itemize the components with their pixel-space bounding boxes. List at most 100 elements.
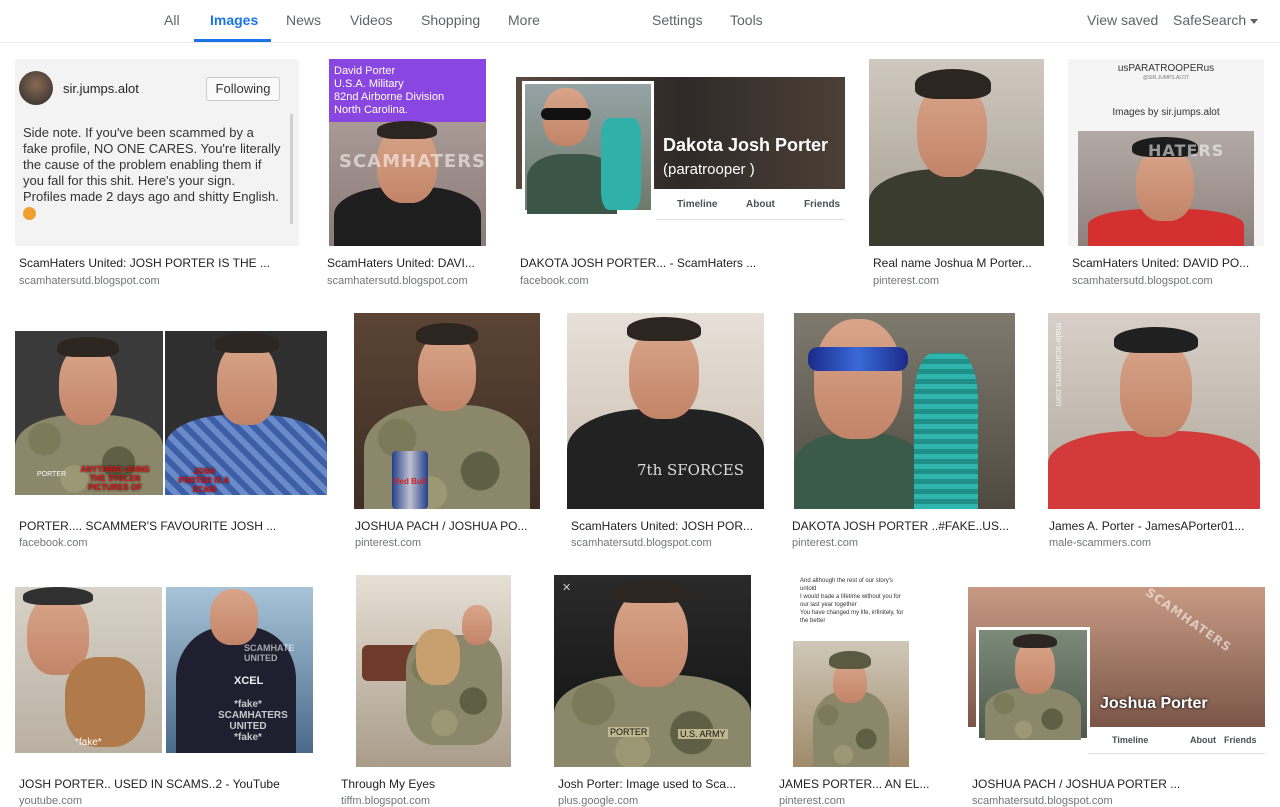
text-line: Side note. If you've been scammed by a — [23, 125, 254, 140]
result-caption: JAMES PORTER... AN EL... — [779, 777, 930, 791]
result-thumbnail: sir.jumps.alot Following Side note. If y… — [15, 59, 299, 246]
result-caption: Through My Eyes — [341, 777, 436, 791]
result-source: youtube.com — [19, 795, 82, 807]
tab-images[interactable]: Images — [210, 0, 258, 42]
text-line: You have changed my life, infinitely, fo… — [800, 610, 904, 616]
result-thumbnail — [869, 59, 1044, 246]
settings-link[interactable]: Settings — [652, 0, 703, 42]
watermark: male-scammers.com — [1054, 323, 1064, 407]
scrollbar — [290, 114, 293, 224]
image-result[interactable]: 7th SFORCES ScamHaters United: JOSH POR.… — [567, 313, 764, 553]
profile-subtitle: (paratrooper ) — [663, 161, 755, 178]
tab-shopping[interactable]: Shopping — [421, 0, 480, 42]
result-caption: ScamHaters United: DAVI... — [327, 256, 475, 270]
result-source: facebook.com — [19, 537, 88, 549]
image-result[interactable]: Real name Joshua M Porter... pinterest.c… — [869, 59, 1044, 289]
image-result[interactable]: PORTER ANYTHING USING THE STOLEN PICTURE… — [15, 313, 327, 553]
can-icon: Red Bull — [392, 451, 428, 509]
result-thumbnail: *fake* SCAMHATE UNITED XCEL *fake* SCAMH… — [15, 587, 313, 753]
dog — [65, 657, 145, 747]
result-caption: Josh Porter: Image used to Sca... — [558, 777, 737, 791]
image-result[interactable]: *fake* SCAMHATE UNITED XCEL *fake* SCAMH… — [15, 575, 313, 807]
image-result[interactable]: male-scammers.com James A. Porter - Jame… — [1045, 313, 1265, 553]
text-line: North Carolina. — [334, 104, 408, 116]
result-caption: JOSHUA PACH / JOSHUA PORTER ... — [972, 777, 1181, 791]
text-line: untold — [800, 586, 817, 592]
result-caption: DAKOTA JOSH PORTER ..#FAKE..US... — [792, 519, 1009, 533]
image-result[interactable]: David Porter U.S.A. Military 82nd Airbor… — [323, 59, 490, 289]
tab-timeline: Timeline — [677, 199, 718, 210]
tab-all[interactable]: All — [164, 0, 180, 42]
tab-friends: Friends — [804, 199, 841, 210]
profile-tabs: Timeline About Friends — [1088, 727, 1265, 754]
text-line: fake profile, NO ONE CARES. You're liter… — [23, 141, 281, 156]
top-navigation: All Images News Videos Shopping More Set… — [0, 0, 1280, 43]
tools-link[interactable]: Tools — [730, 0, 763, 42]
tab-timeline: Timeline — [1112, 735, 1149, 745]
sunglasses-icon — [808, 347, 908, 371]
tab-more[interactable]: More — [508, 0, 540, 42]
watermark: SCAMHATE UNITED — [244, 643, 295, 663]
result-caption: ScamHaters United: DAVID PO... — [1072, 256, 1250, 270]
photo-right: JOSH PORTER IS A SCAM — [165, 331, 327, 495]
tab-about: About — [746, 199, 775, 210]
result-caption: JOSHUA PACH / JOSHUA PO... — [355, 519, 528, 533]
image-result[interactable]: ✕ PORTER U.S. ARMY Josh Porter: Image us… — [554, 575, 752, 807]
result-source: scamhatersutd.blogspot.com — [327, 275, 468, 287]
result-source: pinterest.com — [779, 795, 846, 807]
safesearch-menu[interactable]: SafeSearch — [1173, 0, 1259, 42]
hair — [915, 69, 991, 99]
avatar — [19, 71, 53, 105]
result-thumbnail: PORTER ANYTHING USING THE STOLEN PICTURE… — [15, 313, 327, 509]
image-result[interactable]: usPARATROOPERus @SIR.JUMPS.ALOT Images b… — [1068, 59, 1264, 289]
warning-label: JOSH PORTER IS A SCAM — [178, 467, 230, 494]
banner-text: David Porter U.S.A. Military 82nd Airbor… — [334, 65, 444, 117]
shirt-text: 7th SFORCES — [637, 461, 744, 479]
text-line: our last year together — [800, 602, 857, 608]
chevron-down-icon — [1250, 18, 1259, 24]
view-saved-link[interactable]: View saved — [1087, 0, 1158, 42]
watermark: *fake* — [75, 737, 102, 748]
result-caption: ScamHaters United: JOSH POR... — [571, 519, 754, 533]
lion-cub — [416, 629, 460, 685]
image-result[interactable]: sir.jumps.alot Following Side note. If y… — [15, 59, 299, 289]
result-thumbnail: male-scammers.com — [1048, 313, 1260, 509]
tab-news[interactable]: News — [286, 0, 321, 42]
image-result[interactable]: SCAMHATERS Joshua Porter Timeline About … — [968, 575, 1265, 807]
image-result[interactable]: And although the rest of our story's unt… — [775, 575, 943, 807]
profile-photo — [976, 627, 1090, 741]
result-thumbnail: David Porter U.S.A. Military 82nd Airbor… — [329, 59, 486, 246]
name-tag: PORTER — [608, 727, 650, 737]
result-caption: DAKOTA JOSH PORTER... - ScamHaters ... — [520, 256, 757, 270]
image-result[interactable]: Dakota Josh Porter (paratrooper ) Timeli… — [516, 59, 845, 289]
photo-left: *fake* — [15, 587, 162, 753]
result-thumbnail: And although the rest of our story's unt… — [775, 575, 943, 767]
tab-videos[interactable]: Videos — [350, 0, 393, 42]
header-text: usPARATROOPERus — [1117, 63, 1215, 74]
result-source: scamhatersutd.blogspot.com — [972, 795, 1113, 807]
sunglasses-icon — [541, 108, 591, 120]
photo-right: SCAMHATE UNITED XCEL *fake* SCAMHATERS U… — [166, 587, 313, 753]
active-tab-indicator — [194, 39, 271, 42]
text-line: I would trade a lifetime without you for — [800, 594, 901, 600]
note-text: And although the rest of our story's unt… — [800, 577, 940, 625]
can-label: Red Bull — [393, 477, 427, 486]
ig-username: sir.jumps.alot — [63, 81, 139, 96]
profile-name: Dakota Josh Porter — [663, 135, 829, 155]
profile-photo — [522, 81, 654, 214]
profile-name: Joshua Porter — [1100, 695, 1208, 712]
result-source: pinterest.com — [792, 537, 859, 549]
image-result[interactable]: Red Bull JOSHUA PACH / JOSHUA PO... pint… — [351, 313, 543, 553]
result-source: scamhatersutd.blogspot.com — [571, 537, 712, 549]
result-thumbnail — [794, 313, 1015, 509]
follow-button: Following — [206, 77, 280, 101]
result-caption: ScamHaters United: JOSH PORTER IS THE ..… — [19, 256, 270, 270]
watermark: HATERS — [1148, 141, 1225, 160]
ig-post-text: Side note. If you've been scammed by a f… — [23, 125, 281, 220]
result-source: pinterest.com — [355, 537, 422, 549]
image-result[interactable]: DAKOTA JOSH PORTER ..#FAKE..US... pinter… — [788, 313, 1021, 553]
emoji-icon — [23, 207, 36, 220]
safesearch-label: SafeSearch — [1173, 12, 1247, 28]
text-line: 82nd Airborne Division — [334, 91, 445, 103]
image-result[interactable]: Through My Eyes tiffm.blogspot.com — [337, 575, 530, 807]
